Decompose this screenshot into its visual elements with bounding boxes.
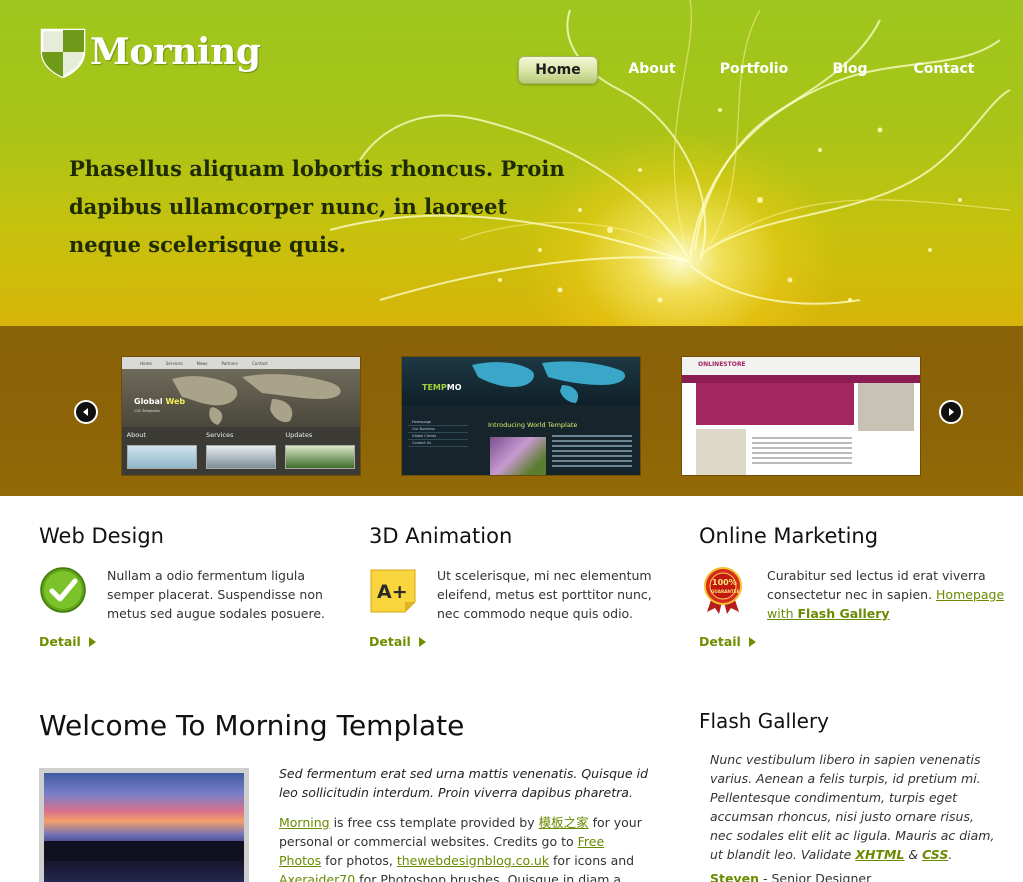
- nav-portfolio[interactable]: Portfolio: [716, 56, 792, 84]
- welcome-body: Morning is free css template provided by…: [279, 813, 649, 882]
- service-description: Ut scelerisque, mi nec elementum eleifen…: [437, 568, 652, 621]
- thumb-menu-item: Homepage: [408, 419, 468, 426]
- thumb-menu-item: Contact: [252, 360, 268, 366]
- thumb-menu-item: Partners: [221, 360, 239, 366]
- arrow-right-icon: [418, 636, 426, 647]
- flash-gallery-text: Nunc vestibulum libero in sapien venenat…: [710, 752, 995, 862]
- service-description: Curabitur sed lectus id erat viverra con…: [767, 568, 1005, 621]
- flash-gallery-heading: Flash Gallery: [699, 709, 829, 733]
- arrow-right-icon: [748, 636, 756, 647]
- hero-header: Morning Home About Portfolio Blog Contac…: [0, 0, 1023, 326]
- thumb-categories: [696, 429, 746, 475]
- welcome-heading: Welcome To Morning Template: [39, 709, 465, 742]
- thumb-title: Global Web: [134, 397, 186, 406]
- thumb-title: ONLINESTORE: [698, 361, 746, 368]
- service-title: 3D Animation: [369, 524, 513, 548]
- hero-headline: Phasellus aliquam lobortis rhoncus. Proi…: [69, 156, 565, 257]
- thumb-map-banner: TEMPMO: [402, 357, 640, 405]
- author-name[interactable]: Steven: [710, 871, 759, 882]
- thumb-title: TEMPMO: [422, 383, 462, 392]
- welcome-photo: [39, 768, 249, 882]
- world-map-graphic: [472, 361, 626, 403]
- slider-thumb-online-store[interactable]: ONLINESTORE: [681, 356, 921, 476]
- axeraider70-link[interactable]: Axeraider70: [279, 872, 355, 882]
- thumb-menu-item: Our Business: [408, 426, 468, 433]
- service-description: Nullam a odio fermentum ligula semper pl…: [107, 568, 326, 621]
- thumb-flower-photo: [490, 437, 546, 475]
- nav-blog[interactable]: Blog: [826, 56, 874, 84]
- service-title: Online Marketing: [699, 524, 879, 548]
- thumb-menu-item: Global Clients: [408, 433, 468, 440]
- portfolio-slider: Home Services News Partners Contact Glob…: [0, 326, 1023, 496]
- service-3d-animation: 3D Animation A+ Ut scelerisque, mi nec e…: [369, 518, 669, 649]
- svg-text:A+: A+: [377, 581, 408, 603]
- morning-link[interactable]: Morning: [279, 815, 330, 830]
- site-logo[interactable]: Morning: [38, 26, 261, 78]
- detail-link[interactable]: Detail: [39, 634, 96, 649]
- thumb-column: Services: [205, 431, 276, 475]
- testimonial-author: Steven - Senior Designer: [710, 871, 871, 882]
- svg-text:GUARANTEE: GUARANTEE: [711, 589, 740, 594]
- slider-thumb-tempmo[interactable]: TEMPMO Homepage Our Business Global Clie…: [401, 356, 641, 476]
- thumb-header: ONLINESTORE: [682, 357, 920, 375]
- thumb-text-lines: [752, 437, 852, 467]
- check-icon: [40, 567, 86, 613]
- slider-prev-button[interactable]: [74, 400, 98, 424]
- shield-icon: [40, 28, 86, 78]
- thumb-columns: About Services Updates: [122, 427, 360, 475]
- grade-a-plus-icon: A+: [370, 569, 416, 613]
- thumb-login-box: [858, 383, 914, 431]
- thumb-subtitle: CSS Templates: [134, 409, 160, 413]
- thumb-menu: Homepage Our Business Global Clients Con…: [408, 419, 468, 447]
- service-online-marketing: Online Marketing 100% GUARANTEE Curabitu…: [699, 518, 1004, 649]
- homepage-link[interactable]: Homepage: [936, 587, 1004, 602]
- guarantee-badge-icon: 100% GUARANTEE: [704, 567, 742, 614]
- sunset-image: [44, 773, 244, 882]
- thumb-column: Updates: [285, 431, 356, 475]
- thumb-menu-item: Contact Us: [408, 440, 468, 447]
- thumb-text-lines: [552, 435, 632, 470]
- thumb-column: About: [126, 431, 197, 475]
- thumb-intro: Introducing World Template: [488, 421, 578, 429]
- xhtml-validate-link[interactable]: XHTML: [855, 847, 904, 862]
- service-web-design: Web Design Nullam a odio fermentum ligul…: [39, 518, 339, 649]
- css-validate-link[interactable]: CSS: [922, 847, 948, 862]
- thumb-menu-item: News: [196, 360, 208, 366]
- svg-text:100%: 100%: [712, 578, 737, 587]
- nav-about[interactable]: About: [622, 56, 682, 84]
- thumb-products-banner: [696, 383, 854, 425]
- provider-link[interactable]: 模板之家: [539, 815, 589, 830]
- thumb-map-banner: Global Web CSS Templates: [122, 369, 360, 427]
- thumb-menu: Home Services News Partners Contact: [122, 357, 360, 369]
- slider-thumb-global-web[interactable]: Home Services News Partners Contact Glob…: [121, 356, 361, 476]
- welcome-intro: Sed fermentum erat sed urna mattis venen…: [279, 766, 649, 800]
- site-name: Morning: [90, 31, 261, 73]
- nav-contact[interactable]: Contact: [908, 56, 980, 84]
- service-title: Web Design: [39, 524, 164, 548]
- thewebdesignblog-link[interactable]: thewebdesignblog.co.uk: [397, 853, 549, 868]
- arrow-right-icon: [949, 408, 954, 416]
- slider-next-button[interactable]: [939, 400, 963, 424]
- thumb-menu: [682, 375, 920, 383]
- thumb-menu-item: Services: [165, 360, 183, 366]
- flash-gallery-link[interactable]: with Flash Gallery: [767, 606, 890, 621]
- detail-link[interactable]: Detail: [699, 634, 756, 649]
- arrow-left-icon: [83, 408, 88, 416]
- detail-link[interactable]: Detail: [369, 634, 426, 649]
- arrow-right-icon: [88, 636, 96, 647]
- nav-home[interactable]: Home: [518, 56, 598, 84]
- thumb-menu-item: Home: [140, 360, 152, 366]
